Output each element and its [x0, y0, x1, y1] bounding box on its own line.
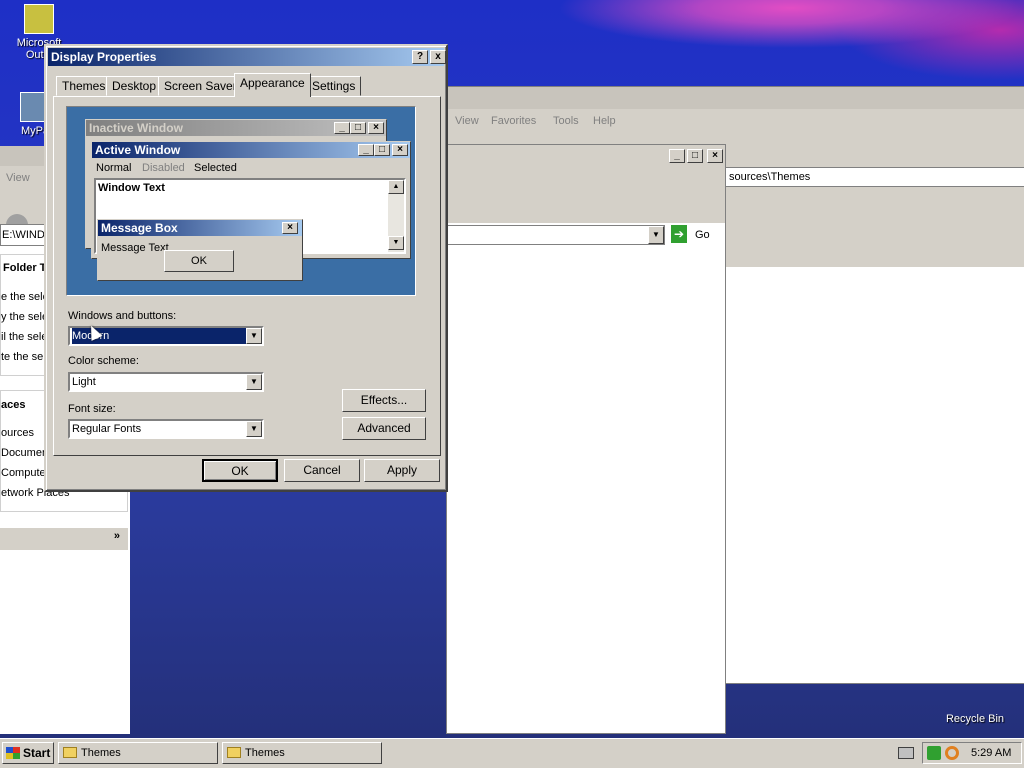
chevron-double-down-icon[interactable]: » — [114, 530, 120, 542]
preview-message-box: Message Box × Message Text OK — [97, 219, 303, 281]
tab-themes[interactable]: Themes — [56, 76, 112, 96]
taskbar: Start Themes Themes 5:29 AM — [0, 738, 1024, 768]
minimize-icon[interactable]: _ — [669, 149, 685, 163]
task-item[interactable]: e the sele — [1, 291, 49, 303]
font-size-select[interactable]: Regular Fonts ▼ — [68, 419, 264, 439]
font-size-value: Regular Fonts — [72, 423, 142, 435]
ok-button[interactable]: OK — [202, 459, 278, 482]
taskbar-item-label: Themes — [81, 747, 121, 759]
display-properties-dialog[interactable]: Display Properties ? x Themes Desktop Sc… — [44, 44, 448, 492]
place-item[interactable]: Computer — [1, 467, 49, 479]
task-item[interactable]: te the sel — [1, 351, 46, 363]
tab-desktop[interactable]: Desktop — [106, 76, 163, 96]
chevron-down-icon[interactable]: ▼ — [648, 226, 664, 244]
start-label: Start — [23, 746, 51, 760]
menu-tools[interactable]: Tools — [553, 115, 579, 127]
system-tray: 5:29 AM — [922, 742, 1022, 764]
taskbar-item-themes[interactable]: Themes — [58, 742, 218, 764]
tab-screen-saver[interactable]: Screen Saver — [158, 76, 243, 96]
cancel-button[interactable]: Cancel — [284, 459, 360, 482]
close-icon[interactable]: x — [430, 50, 446, 64]
place-item[interactable]: ources — [1, 427, 34, 439]
color-scheme-label: Color scheme: — [68, 355, 139, 367]
toolbar-area — [447, 167, 725, 223]
scroll-up-icon: ▲ — [388, 180, 404, 194]
tab-appearance[interactable]: Appearance — [234, 73, 311, 97]
preview-scrollbar: ▲ ▼ — [388, 180, 404, 252]
network-icon[interactable] — [927, 746, 941, 760]
go-arrow-icon[interactable]: ➔ — [671, 225, 687, 243]
close-icon: × — [282, 222, 298, 234]
chevron-down-icon[interactable]: ▼ — [246, 328, 262, 344]
minimize-icon: _ — [334, 122, 350, 134]
dialog-title-bar[interactable]: Display Properties ? x — [48, 48, 446, 66]
menu-help[interactable]: Help — [593, 115, 616, 127]
preview-menu-selected: Selected — [194, 162, 237, 174]
folder-icon — [227, 747, 241, 758]
clock[interactable]: 5:29 AM — [971, 747, 1011, 759]
close-icon[interactable]: × — [707, 149, 723, 163]
keyboard-icon[interactable] — [898, 747, 914, 759]
color-scheme-select[interactable]: Light ▼ — [68, 372, 264, 392]
chevron-down-icon[interactable]: ▼ — [246, 374, 262, 390]
maximize-icon: □ — [350, 122, 366, 134]
address-text: E:\WIND — [2, 229, 45, 241]
appearance-preview: Inactive Window _ □ × Active Window _ □ … — [66, 106, 416, 296]
advanced-button[interactable]: Advanced — [342, 417, 426, 440]
maximize-icon: □ — [374, 144, 390, 156]
menu-favorites[interactable]: Favorites — [491, 115, 536, 127]
menu-view[interactable]: View — [6, 172, 30, 184]
start-button[interactable]: Start — [2, 742, 54, 764]
taskbar-item-label: Themes — [245, 747, 285, 759]
outlook-icon — [24, 4, 54, 34]
recycle-bin-icon — [960, 680, 990, 710]
preview-menu-disabled: Disabled — [142, 162, 185, 174]
desktop-icon-recycle-bin[interactable]: Recycle Bin — [940, 680, 1010, 725]
apply-button[interactable]: Apply — [364, 459, 440, 482]
preview-msgbox-text: Message Text — [101, 242, 169, 254]
address-input[interactable]: ▼ — [447, 225, 665, 245]
dialog-title: Display Properties — [51, 50, 157, 64]
preview-msgbox-title: Message Box — [98, 220, 302, 236]
menu-bar: View Favorites Tools Help — [447, 109, 1024, 133]
search-icon[interactable] — [945, 746, 959, 760]
tab-settings[interactable]: Settings — [306, 76, 362, 96]
folder-icon — [63, 747, 77, 758]
windows-buttons-label: Windows and buttons: — [68, 310, 177, 322]
title-bar[interactable]: _ □ × — [447, 145, 725, 167]
menu-view[interactable]: View — [455, 115, 479, 127]
title-bar[interactable] — [447, 87, 1024, 109]
go-label[interactable]: Go — [695, 229, 710, 241]
details-panel-header[interactable]: » — [0, 528, 128, 550]
preview-menu-normal: Normal — [96, 162, 132, 174]
color-scheme-value: Light — [72, 376, 96, 388]
address-bar[interactable]: sources\Themes — [684, 167, 1024, 187]
preview-ok-button: OK — [164, 250, 234, 272]
scroll-down-icon: ▼ — [388, 236, 404, 250]
help-icon[interactable]: ? — [412, 50, 428, 64]
windows-logo-icon — [6, 747, 20, 759]
chevron-down-icon[interactable]: ▼ — [246, 421, 262, 437]
minimize-icon: _ — [358, 144, 374, 156]
font-size-label: Font size: — [68, 403, 116, 415]
desktop-icon-label: Recycle Bin — [945, 713, 1005, 725]
explorer-window-middle[interactable]: _ □ × ▼ ➔ Go — [446, 144, 726, 734]
taskbar-item-themes[interactable]: Themes — [222, 742, 382, 764]
task-item[interactable]: y the sele — [1, 311, 48, 323]
effects-button[interactable]: Effects... — [342, 389, 426, 412]
preview-window-text: Window Text — [98, 182, 165, 194]
close-icon: × — [392, 144, 408, 156]
address-text: sources\Themes — [729, 171, 811, 183]
task-item[interactable]: il the sele — [1, 331, 47, 343]
close-icon: × — [368, 122, 384, 134]
maximize-icon[interactable]: □ — [687, 149, 703, 163]
